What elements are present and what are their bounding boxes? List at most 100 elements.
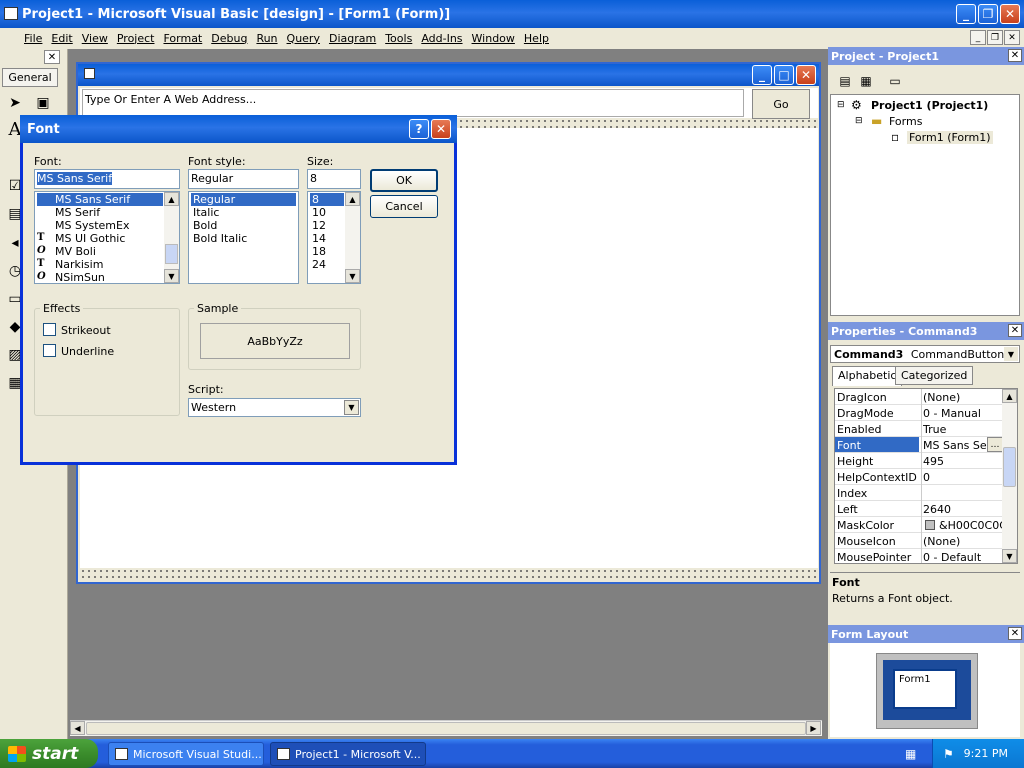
property-row[interactable]: DragMode 0 - Manual (835, 405, 1005, 421)
maximize-button[interactable]: ❐ (978, 4, 998, 24)
property-row[interactable]: MouseIcon (None) (835, 533, 1005, 549)
property-row[interactable]: Enabled True (835, 421, 1005, 437)
font-style-list[interactable]: Regular Italic Bold Bold Italic (188, 191, 299, 284)
keyboard-icon[interactable]: ▦ (905, 747, 916, 761)
tree-form1[interactable]: Form1 (Form1) (907, 131, 993, 144)
size-input[interactable]: 8 (307, 169, 361, 189)
font-list[interactable]: MS Sans Serif MS Serif MS SystemEx T MS … (34, 191, 180, 284)
form-close-button[interactable]: ✕ (796, 65, 816, 85)
scroll-up-icon[interactable]: ▲ (345, 192, 360, 206)
property-row[interactable]: MaskColor&H00C0C0C0 (835, 517, 1005, 533)
menu-view[interactable]: View (82, 32, 108, 45)
list-item[interactable]: 12 (310, 219, 326, 232)
help-button[interactable]: ? (409, 119, 429, 139)
property-value[interactable]: True (923, 423, 1003, 436)
task-visual-studio[interactable]: Microsoft Visual Studi... (108, 742, 264, 766)
minimize-button[interactable]: _ (956, 4, 976, 24)
property-value[interactable]: 2640 (923, 503, 1003, 516)
menu-window[interactable]: Window (472, 32, 515, 45)
property-row[interactable]: DragIcon (None) (835, 389, 1005, 405)
font-style-input[interactable]: Regular (188, 169, 299, 189)
toolbox-close-icon[interactable]: ✕ (44, 50, 60, 64)
mdi-close-button[interactable]: ✕ (1004, 30, 1020, 45)
underline-checkbox[interactable] (43, 344, 56, 357)
menu-project[interactable]: Project (117, 32, 155, 45)
menu-format[interactable]: Format (163, 32, 202, 45)
property-value[interactable]: 0 (923, 471, 1003, 484)
font-dialog-close-button[interactable]: ✕ (431, 119, 451, 139)
list-item[interactable]: MS UI Gothic (37, 232, 125, 245)
web-address-textbox[interactable]: Type Or Enter A Web Address... (82, 89, 744, 117)
size-list-scrollbar[interactable]: ▲ ▼ (345, 192, 360, 283)
property-row[interactable]: HelpContextID 0 (835, 469, 1005, 485)
scroll-down-icon[interactable]: ▼ (345, 269, 360, 283)
tab-categorized[interactable]: Categorized (895, 366, 974, 385)
list-item[interactable]: 14 (310, 232, 326, 245)
menu-edit[interactable]: Edit (51, 32, 72, 45)
form-maximize-button[interactable]: □ (774, 65, 794, 85)
list-item[interactable]: 8 (310, 193, 344, 206)
menu-tools[interactable]: Tools (385, 32, 412, 45)
strikeout-checkbox[interactable] (43, 323, 56, 336)
pointer-tool-icon[interactable]: ➤ (4, 92, 26, 114)
tree-collapse-forms-icon[interactable]: ⊟ (855, 116, 863, 126)
menu-help[interactable]: Help (524, 32, 549, 45)
tree-collapse-icon[interactable]: ⊟ (837, 100, 845, 110)
list-item[interactable]: MS Serif (37, 206, 100, 219)
picturebox-tool-icon[interactable]: ▣ (32, 92, 54, 114)
scroll-right-icon[interactable]: ▶ (806, 721, 821, 735)
task-project1[interactable]: Project1 - Microsoft V... (270, 742, 426, 766)
properties-pane-close-icon[interactable]: ✕ (1008, 324, 1022, 337)
tree-forms-folder[interactable]: Forms (889, 115, 922, 128)
view-code-icon[interactable]: ▤ (834, 70, 856, 92)
list-item[interactable]: 18 (310, 245, 326, 258)
property-row[interactable]: MousePointer 0 - Default (835, 549, 1005, 563)
mdi-restore-button[interactable]: ❐ (987, 30, 1003, 45)
list-item[interactable]: Regular (191, 193, 296, 206)
property-value[interactable]: 0 - Manual (923, 407, 1003, 420)
property-grid-scrollbar[interactable]: ▲ ▼ (1002, 389, 1017, 563)
scroll-down-icon[interactable]: ▼ (1002, 549, 1017, 563)
property-row[interactable]: Height 495 (835, 453, 1005, 469)
scroll-up-icon[interactable]: ▲ (1002, 389, 1017, 403)
list-item[interactable]: MS SystemEx (37, 219, 129, 232)
font-name-input[interactable]: MS Sans Serif (34, 169, 180, 189)
menu-run[interactable]: Run (256, 32, 277, 45)
list-item[interactable]: NSimSun (37, 271, 105, 283)
property-value[interactable]: (None) (923, 391, 1003, 404)
project-tree[interactable]: ⊟ ⚙ Project1 (Project1) ⊟ ▬ Forms ▫ Form… (830, 94, 1020, 316)
workspace-hscrollbar[interactable]: ◀ ▶ (70, 720, 822, 736)
form-layout-area[interactable]: Form1 (830, 643, 1020, 737)
menu-diagram[interactable]: Diagram (329, 32, 376, 45)
scroll-down-icon[interactable]: ▼ (164, 269, 179, 283)
form-minimize-button[interactable]: _ (752, 65, 772, 85)
property-value[interactable]: MS Sans Seri... (923, 439, 987, 452)
property-value[interactable]: 495 (923, 455, 1003, 468)
property-value[interactable]: (None) (923, 535, 1003, 548)
network-icon[interactable]: ⚑ (943, 747, 954, 761)
menu-file[interactable]: File (24, 32, 42, 45)
view-object-icon[interactable]: ▦ (855, 70, 877, 92)
toolbox-tab-general[interactable]: General (2, 68, 58, 87)
scroll-up-icon[interactable]: ▲ (164, 192, 179, 206)
script-select[interactable]: Western ▼ (188, 398, 361, 417)
menu-debug[interactable]: Debug (211, 32, 247, 45)
project-pane-close-icon[interactable]: ✕ (1008, 49, 1022, 62)
list-item[interactable]: Italic (191, 206, 219, 219)
menu-query[interactable]: Query (287, 32, 320, 45)
chevron-down-icon[interactable]: ▼ (1004, 347, 1018, 361)
scroll-thumb[interactable] (86, 722, 806, 735)
ellipsis-button[interactable]: … (987, 437, 1003, 452)
font-dialog-titlebar[interactable]: Font (20, 115, 457, 143)
list-item[interactable]: MV Boli (37, 245, 96, 258)
tab-alphabetic[interactable]: Alphabetic (832, 366, 903, 386)
close-button[interactable]: ✕ (1000, 4, 1020, 24)
tree-project-root[interactable]: Project1 (Project1) (871, 99, 988, 112)
list-item[interactable]: Bold Italic (191, 232, 247, 245)
ok-button[interactable]: OK (370, 169, 438, 192)
property-value[interactable]: &H00C0C0C0 (939, 519, 1003, 532)
property-grid[interactable]: DragIcon (None) DragMode 0 - Manual Enable… (834, 388, 1018, 564)
list-item[interactable]: 10 (310, 206, 326, 219)
property-row[interactable]: Left 2640 (835, 501, 1005, 517)
scroll-thumb[interactable] (1003, 447, 1016, 487)
